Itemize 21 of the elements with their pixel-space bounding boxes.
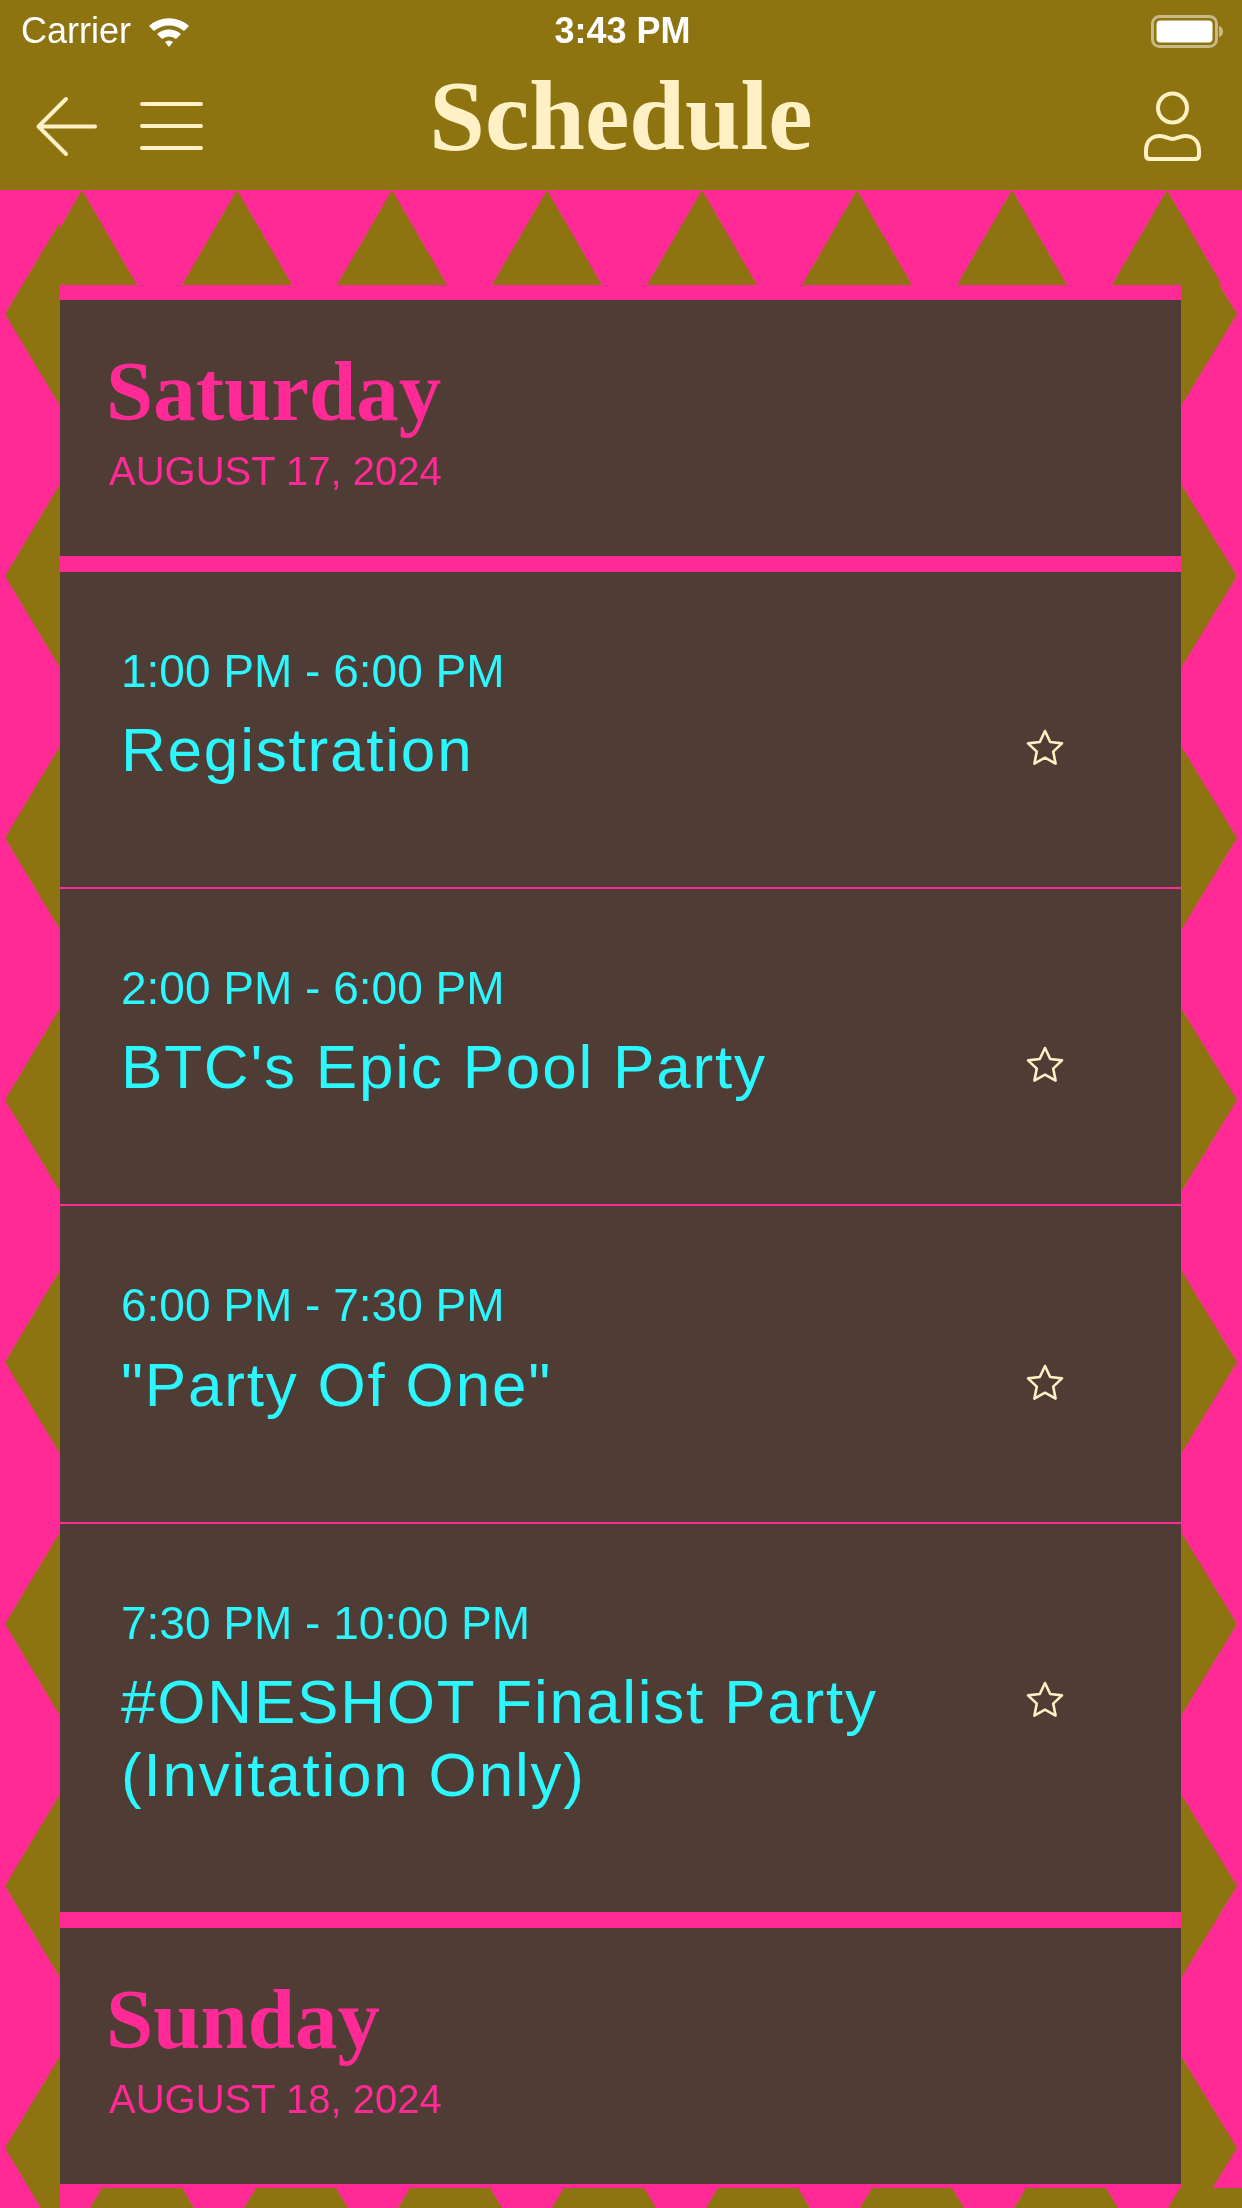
event-title: Registration xyxy=(121,714,475,787)
status-time: 3:43 PM xyxy=(554,9,691,53)
person-icon[interactable] xyxy=(1142,90,1203,162)
battery-icon xyxy=(1151,14,1224,48)
event-row[interactable]: 6:00 PM - 7:30 PM "Party Of One" xyxy=(60,1206,1181,1522)
day-date: AUGUST 17, 2024 xyxy=(109,448,443,495)
event-time: 1:00 PM - 6:00 PM xyxy=(121,644,506,699)
page-title: Schedule xyxy=(429,66,813,166)
event-title: #ONESHOT Finalist Party (Invitation Only) xyxy=(121,1665,879,1811)
event-time: 6:00 PM - 7:30 PM xyxy=(121,1278,506,1334)
back-arrow-icon[interactable] xyxy=(35,94,97,158)
carrier-name: Carrier xyxy=(21,9,131,53)
event-time: 2:00 PM - 6:00 PM xyxy=(121,961,506,1017)
event-title: BTC's Epic Pool Party xyxy=(121,1031,768,1104)
event-row[interactable]: 1:00 PM - 6:00 PM Registration xyxy=(60,572,1181,888)
day-date: AUGUST 18, 2024 xyxy=(109,2075,443,2123)
event-time: 7:30 PM - 10:00 PM xyxy=(121,1595,532,1651)
menu-icon[interactable] xyxy=(140,101,203,151)
event-title: "Party Of One" xyxy=(121,1348,553,1421)
event-row[interactable]: 7:30 PM - 10:00 PM #ONESHOT Finalist Party (Invitation Only) xyxy=(60,1523,1181,1912)
event-row[interactable]: 2:00 PM - 6:00 PM BTC's Epic Pool Party xyxy=(60,889,1181,1205)
